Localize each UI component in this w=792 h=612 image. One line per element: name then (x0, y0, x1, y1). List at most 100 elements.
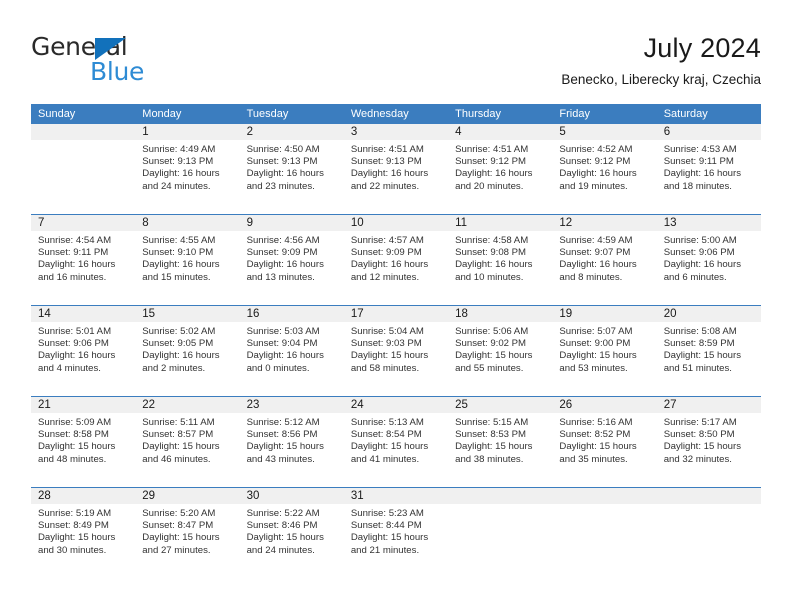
week-spacer (31, 470, 761, 487)
day-cell-5[interactable]: 5 Sunrise: 4:52 AM Sunset: 9:12 PM Daylig… (552, 124, 657, 197)
day-cell-25[interactable]: 25 Sunrise: 5:15 AM Sunset: 8:53 PM Dayli… (448, 397, 553, 470)
calendar-week-row: 7 Sunrise: 4:54 AM Sunset: 9:11 PM Daylig… (31, 214, 761, 288)
day-cell-29[interactable]: 29 Sunrise: 5:20 AM Sunset: 8:47 PM Dayli… (135, 488, 240, 561)
day-sun-info: Sunrise: 5:23 AM Sunset: 8:44 PM Dayligh… (350, 508, 429, 556)
day-sun-info: Sunrise: 5:08 AM Sunset: 8:59 PM Dayligh… (663, 326, 742, 374)
day-cell-6[interactable]: 6 Sunrise: 4:53 AM Sunset: 9:11 PM Daylig… (656, 124, 761, 197)
day-cell-7[interactable]: 7 Sunrise: 4:54 AM Sunset: 9:11 PM Daylig… (31, 215, 136, 288)
week-spacer (31, 379, 761, 396)
day-sun-info: Sunrise: 5:11 AM Sunset: 8:57 PM Dayligh… (142, 417, 220, 465)
day-number: 11 (448, 215, 553, 231)
day-sun-info: Sunrise: 4:51 AM Sunset: 9:13 PM Dayligh… (350, 144, 429, 192)
day-cell-8[interactable]: 8 Sunrise: 4:55 AM Sunset: 9:10 PM Daylig… (135, 215, 240, 288)
day-number: 14 (31, 306, 136, 322)
day-sun-info: Sunrise: 4:51 AM Sunset: 9:12 PM Dayligh… (455, 144, 533, 192)
weekday-header-tuesday: Tuesday (246, 108, 289, 120)
logo-text-blue: Blue (90, 57, 145, 86)
day-sun-info: Sunrise: 4:55 AM Sunset: 9:10 PM Dayligh… (142, 235, 220, 283)
day-sun-info: Sunrise: 5:00 AM Sunset: 9:06 PM Dayligh… (663, 235, 742, 283)
day-sun-info (552, 504, 656, 508)
day-cell-14[interactable]: 14 Sunrise: 5:01 AM Sunset: 9:06 PM Dayli… (31, 306, 136, 379)
day-cell-10[interactable]: 10 Sunrise: 4:57 AM Sunset: 9:09 PM Dayli… (343, 215, 449, 288)
day-cell-15[interactable]: 15 Sunrise: 5:02 AM Sunset: 9:05 PM Dayli… (135, 306, 240, 379)
day-number: 31 (343, 488, 449, 504)
day-cell-31[interactable]: 31 Sunrise: 5:23 AM Sunset: 8:44 PM Dayli… (343, 488, 449, 561)
day-sun-info: Sunrise: 5:09 AM Sunset: 8:58 PM Dayligh… (38, 417, 116, 465)
day-sun-info: Sunrise: 5:16 AM Sunset: 8:52 PM Dayligh… (559, 417, 637, 465)
day-cell-24[interactable]: 24 Sunrise: 5:13 AM Sunset: 8:54 PM Dayli… (343, 397, 449, 470)
day-sun-info: Sunrise: 4:54 AM Sunset: 9:11 PM Dayligh… (38, 235, 116, 283)
day-sun-info: Sunrise: 5:02 AM Sunset: 9:05 PM Dayligh… (142, 326, 220, 374)
day-sun-info: Sunrise: 4:52 AM Sunset: 9:12 PM Dayligh… (559, 144, 637, 192)
day-sun-info: Sunrise: 5:13 AM Sunset: 8:54 PM Dayligh… (350, 417, 429, 465)
title-block: July 2024 Benecko, Liberecky kraj, Czech… (561, 32, 761, 88)
day-cell-30[interactable]: 30 Sunrise: 5:22 AM Sunset: 8:46 PM Dayli… (239, 488, 344, 561)
day-sun-info: Sunrise: 5:15 AM Sunset: 8:53 PM Dayligh… (455, 417, 533, 465)
day-cell-22[interactable]: 22 Sunrise: 5:11 AM Sunset: 8:57 PM Dayli… (135, 397, 240, 470)
day-number (448, 488, 553, 504)
weekday-header-friday: Friday (559, 108, 590, 120)
day-number (552, 488, 657, 504)
general-blue-logo[interactable]: General Blue (31, 33, 291, 89)
day-cell-12[interactable]: 12 Sunrise: 4:59 AM Sunset: 9:07 PM Dayli… (552, 215, 657, 288)
day-sun-info: Sunrise: 4:50 AM Sunset: 9:13 PM Dayligh… (246, 144, 324, 192)
calendar-grid: Sunday Monday Tuesday Wednesday Thursday Frid… (31, 104, 761, 578)
day-number: 19 (552, 306, 657, 322)
day-number: 24 (343, 397, 449, 413)
day-number: 8 (135, 215, 240, 231)
day-cell-empty (552, 488, 657, 561)
day-cell-17[interactable]: 17 Sunrise: 5:04 AM Sunset: 9:03 PM Dayli… (343, 306, 449, 379)
day-cell-9[interactable]: 9 Sunrise: 4:56 AM Sunset: 9:09 PM Daylig… (239, 215, 344, 288)
day-cell-28[interactable]: 28 Sunrise: 5:19 AM Sunset: 8:49 PM Dayli… (31, 488, 136, 561)
page-header: General Blue July 2024 Benecko, Libereck… (0, 0, 792, 100)
day-sun-info (448, 504, 552, 508)
day-cell-4[interactable]: 4 Sunrise: 4:51 AM Sunset: 9:12 PM Daylig… (448, 124, 553, 197)
day-sun-info (31, 140, 135, 144)
page-subtitle: Benecko, Liberecky kraj, Czechia (561, 72, 761, 87)
day-cell-27[interactable]: 27 Sunrise: 5:17 AM Sunset: 8:50 PM Dayli… (656, 397, 761, 470)
day-cell-26[interactable]: 26 Sunrise: 5:16 AM Sunset: 8:52 PM Dayli… (552, 397, 657, 470)
day-sun-info: Sunrise: 4:59 AM Sunset: 9:07 PM Dayligh… (559, 235, 637, 283)
calendar-week-row: 28 Sunrise: 5:19 AM Sunset: 8:49 PM Dayli… (31, 487, 761, 561)
day-cell-empty (656, 488, 761, 561)
weekday-header-thursday: Thursday (455, 108, 501, 120)
day-sun-info: Sunrise: 5:20 AM Sunset: 8:47 PM Dayligh… (142, 508, 220, 556)
day-number: 1 (135, 124, 240, 140)
day-cell-19[interactable]: 19 Sunrise: 5:07 AM Sunset: 9:00 PM Dayli… (552, 306, 657, 379)
day-cell-20[interactable]: 20 Sunrise: 5:08 AM Sunset: 8:59 PM Dayli… (656, 306, 761, 379)
day-cell-21[interactable]: 21 Sunrise: 5:09 AM Sunset: 8:58 PM Dayli… (31, 397, 136, 470)
week-spacer (31, 561, 761, 578)
day-number: 20 (656, 306, 761, 322)
day-sun-info: Sunrise: 4:49 AM Sunset: 9:13 PM Dayligh… (142, 144, 220, 192)
weekday-header-row: Sunday Monday Tuesday Wednesday Thursday Frid… (31, 104, 761, 124)
day-number: 21 (31, 397, 136, 413)
day-number: 17 (343, 306, 449, 322)
weekday-header-wednesday: Wednesday (350, 108, 409, 120)
day-number: 28 (31, 488, 136, 504)
day-cell-11[interactable]: 11 Sunrise: 4:58 AM Sunset: 9:08 PM Dayli… (448, 215, 553, 288)
weekday-header-saturday: Saturday (663, 108, 708, 120)
day-number: 6 (656, 124, 761, 140)
day-cell-18[interactable]: 18 Sunrise: 5:06 AM Sunset: 9:02 PM Dayli… (448, 306, 553, 379)
day-number: 15 (135, 306, 240, 322)
day-number: 26 (552, 397, 657, 413)
day-number: 10 (343, 215, 449, 231)
day-sun-info: Sunrise: 4:53 AM Sunset: 9:11 PM Dayligh… (663, 144, 742, 192)
day-sun-info (657, 504, 761, 508)
day-sun-info: Sunrise: 4:58 AM Sunset: 9:08 PM Dayligh… (455, 235, 533, 283)
day-cell-23[interactable]: 23 Sunrise: 5:12 AM Sunset: 8:56 PM Dayli… (239, 397, 344, 470)
day-number: 18 (448, 306, 553, 322)
day-sun-info: Sunrise: 4:57 AM Sunset: 9:09 PM Dayligh… (350, 235, 429, 283)
day-number: 16 (239, 306, 344, 322)
day-cell-3[interactable]: 3 Sunrise: 4:51 AM Sunset: 9:13 PM Daylig… (343, 124, 449, 197)
calendar-week-row: 21 Sunrise: 5:09 AM Sunset: 8:58 PM Dayli… (31, 396, 761, 470)
day-sun-info: Sunrise: 5:06 AM Sunset: 9:02 PM Dayligh… (455, 326, 533, 374)
weekday-header-sunday: Sunday (38, 108, 76, 120)
day-cell-1[interactable]: 1 Sunrise: 4:49 AM Sunset: 9:13 PM Daylig… (135, 124, 240, 197)
day-cell-13[interactable]: 13 Sunrise: 5:00 AM Sunset: 9:06 PM Dayli… (656, 215, 761, 288)
day-cell-16[interactable]: 16 Sunrise: 5:03 AM Sunset: 9:04 PM Dayli… (239, 306, 344, 379)
day-number: 27 (656, 397, 761, 413)
calendar-weeks: 1 Sunrise: 4:49 AM Sunset: 9:13 PM Daylig… (31, 124, 761, 578)
day-cell-2[interactable]: 2 Sunrise: 4:50 AM Sunset: 9:13 PM Daylig… (239, 124, 344, 197)
day-number: 3 (343, 124, 449, 140)
